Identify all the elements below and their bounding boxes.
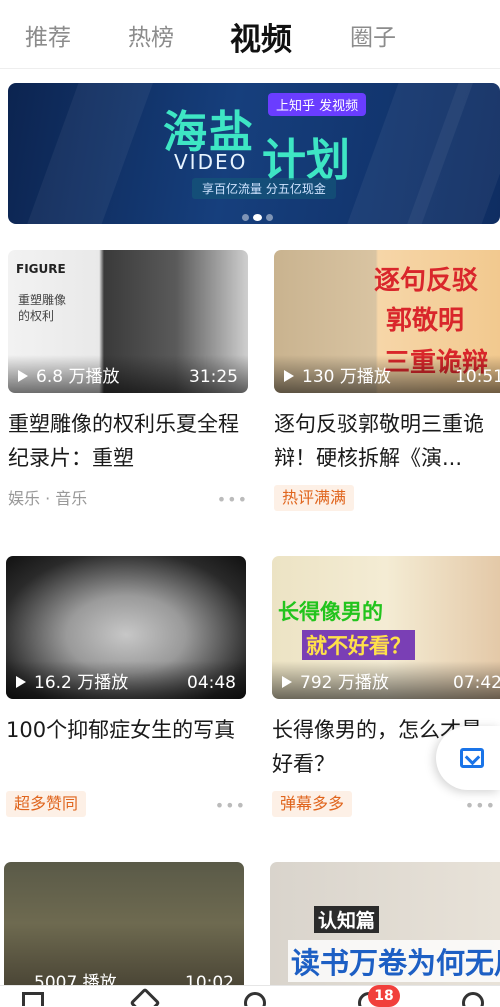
- video-thumbnail[interactable]: 5007 播放 10:02: [4, 862, 244, 985]
- banner-dot: [266, 214, 273, 221]
- video-title[interactable]: 逐句反驳郭敬明三重诡辩！硬核拆解《演...: [274, 407, 500, 475]
- video-title[interactable]: 重塑雕像的权利乐夏全程纪录片：重塑: [8, 407, 248, 475]
- video-badge: 弹幕多多: [272, 791, 353, 817]
- more-options-icon[interactable]: •••: [217, 492, 248, 508]
- play-icon: [18, 370, 28, 382]
- tab-video[interactable]: 视频: [230, 14, 292, 59]
- tab-recommend[interactable]: 推荐: [25, 18, 71, 52]
- explore-nav-icon[interactable]: [129, 987, 161, 1006]
- view-count: 6.8 万播放: [36, 367, 120, 387]
- top-tab-bar: 推荐 热榜 视频 圈子: [0, 0, 500, 69]
- video-thumbnail[interactable]: 长得像男的 就不好看？ 792 万播放 07:42: [272, 556, 500, 699]
- thumb-text: 逐句反驳: [374, 266, 479, 296]
- video-category: 娱乐 · 音乐: [8, 489, 88, 508]
- banner-pagination: [242, 206, 277, 221]
- view-count: 16.2 万播放: [34, 673, 129, 693]
- more-options-icon[interactable]: •••: [215, 798, 246, 814]
- view-count: 792 万播放: [300, 673, 389, 693]
- duration: 10:02: [185, 973, 234, 985]
- tab-circle[interactable]: 圈子: [350, 18, 396, 52]
- play-icon: [16, 676, 26, 688]
- play-icon: [282, 676, 292, 688]
- view-count: 5007 播放: [34, 973, 117, 985]
- banner-dot-active: [253, 214, 262, 221]
- banner-dot: [242, 214, 249, 221]
- home-nav-icon[interactable]: [22, 992, 44, 1006]
- video-card[interactable]: 16.2 万播放 04:48 100个抑郁症女生的写真 超多赞同 •••: [6, 556, 246, 819]
- video-title[interactable]: 100个抑郁症女生的写真: [6, 713, 246, 781]
- video-thumbnail[interactable]: 16.2 万播放 04:48: [6, 556, 246, 699]
- notification-badge: 18: [368, 985, 400, 1007]
- video-thumbnail[interactable]: 认知篇 读书万卷为何无用: [270, 862, 500, 985]
- view-count: 130 万播放: [302, 367, 391, 387]
- thumb-text: 就不好看？: [302, 630, 415, 660]
- video-thumbnail[interactable]: 逐句反驳 郭敬明 三重诡辩 130 万播放 10:51: [274, 250, 500, 393]
- tab-hot-list[interactable]: 热榜: [128, 18, 174, 52]
- video-thumbnail[interactable]: FIGURE 重塑雕像的权利 6.8 万播放 31:25: [8, 250, 248, 393]
- duration: 31:25: [189, 367, 238, 387]
- play-icon: [284, 370, 294, 382]
- more-options-icon[interactable]: •••: [465, 798, 496, 814]
- duration: 07:42: [453, 673, 500, 693]
- thumb-text: 认知篇: [314, 906, 380, 933]
- thumb-text: 读书万卷为何无用: [288, 940, 500, 982]
- floating-collapse-button[interactable]: [436, 726, 500, 790]
- thumb-text: 长得像男的: [278, 600, 383, 624]
- banner-tag: 上知乎 发视频: [268, 93, 367, 116]
- duration: 04:48: [187, 673, 236, 693]
- compass-nav-icon[interactable]: [244, 992, 266, 1006]
- video-badge: 热评满满: [274, 485, 355, 511]
- thumb-text: 重塑雕像的权利: [18, 293, 67, 323]
- thumb-text: FIGURE: [16, 262, 66, 276]
- video-card[interactable]: FIGURE 重塑雕像的权利 6.8 万播放 31:25 重塑雕像的权利乐夏全程…: [8, 250, 248, 513]
- duration: 10:51: [455, 367, 500, 387]
- banner-video-label: VIDEO: [174, 150, 248, 174]
- video-card[interactable]: 5007 播放 10:02: [4, 862, 244, 985]
- bottom-navigation: [0, 985, 500, 1006]
- video-card[interactable]: 逐句反驳 郭敬明 三重诡辩 130 万播放 10:51 逐句反驳郭敬明三重诡辩！…: [274, 250, 500, 513]
- banner-subtitle: 享百亿流量 分五亿现金: [192, 178, 336, 199]
- thumb-text: 郭敬明: [386, 306, 465, 336]
- video-card[interactable]: 认知篇 读书万卷为何无用: [270, 862, 500, 985]
- profile-nav-icon[interactable]: [462, 992, 484, 1006]
- video-badge: 超多赞同: [6, 791, 87, 817]
